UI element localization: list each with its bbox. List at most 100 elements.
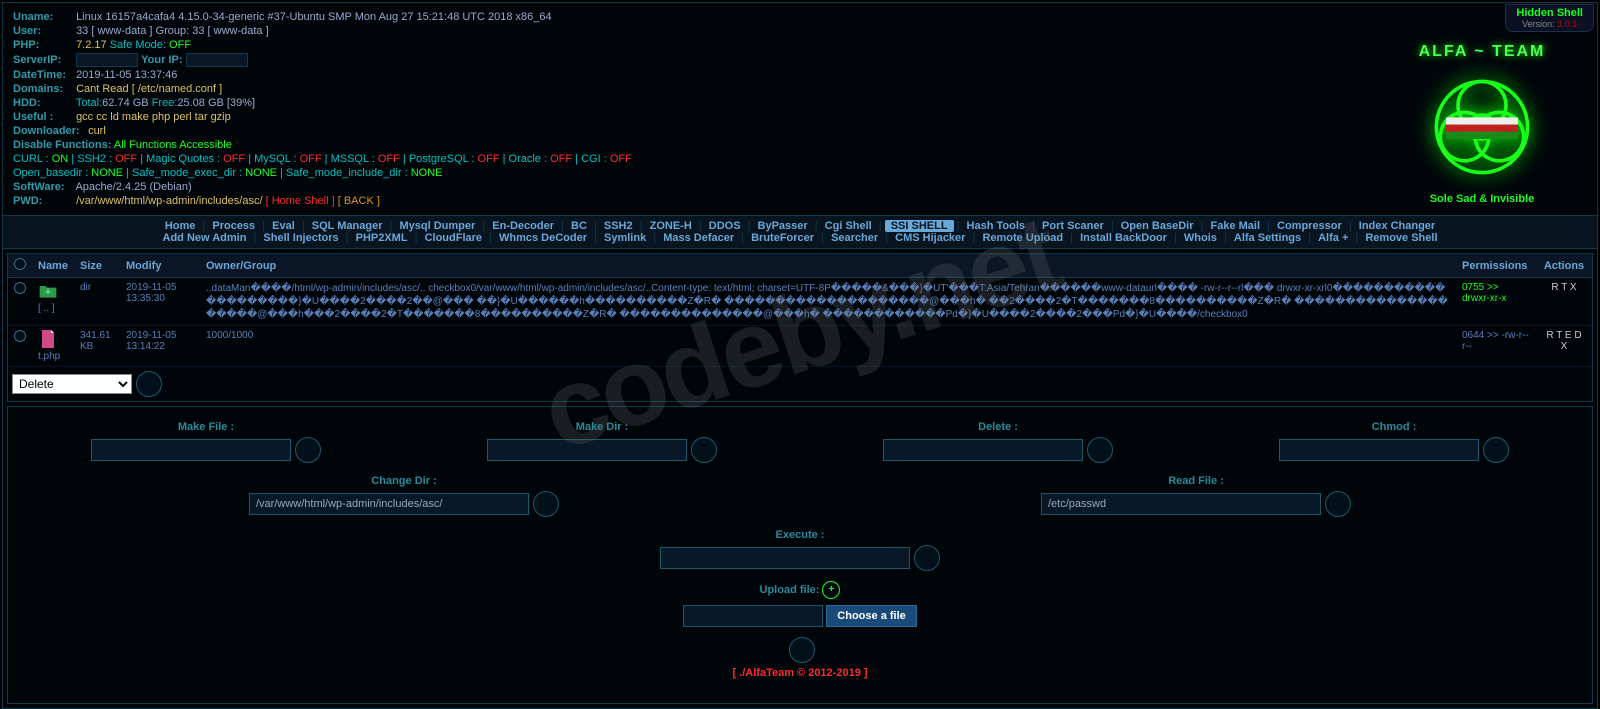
software-label: SoftWare: [13, 181, 73, 193]
user-label: User: [13, 25, 73, 37]
readfile-label: Read File : [1041, 475, 1351, 487]
row-actions[interactable]: R T E D X [1536, 326, 1592, 367]
menu-cloudflare[interactable]: CloudFlare [421, 232, 486, 244]
batch-action-go-button[interactable] [136, 371, 162, 397]
upload-label: Upload file: [760, 584, 820, 596]
disablefn-label: Disable Functions: [13, 139, 111, 151]
menu-home[interactable]: Home [161, 220, 200, 232]
menu-install-backdoor[interactable]: Install BackDoor [1076, 232, 1171, 244]
menu-php2xml[interactable]: PHP2XML [352, 232, 412, 244]
menu-hash-tools[interactable]: Hash Tools [963, 220, 1029, 232]
table-row: t.php 341.61 KB 2019-11-05 13:14:22 1000… [8, 326, 1592, 367]
upload-go-button[interactable] [789, 637, 815, 663]
menu-zone-h[interactable]: ZONE-H [646, 220, 696, 232]
tagline: Sole Sad & Invisible [1397, 193, 1567, 205]
php-file-icon [38, 330, 58, 348]
menu-alfa-settings[interactable]: Alfa Settings [1230, 232, 1305, 244]
col-size[interactable]: Size [74, 254, 120, 278]
delete-button[interactable] [1087, 437, 1113, 463]
back-link[interactable]: [ BACK ] [338, 195, 380, 207]
php-label: PHP: [13, 39, 73, 51]
col-perms[interactable]: Permissions [1456, 254, 1536, 278]
menu-whois[interactable]: Whois [1180, 232, 1221, 244]
delete-input[interactable] [883, 439, 1083, 461]
upload-path-input[interactable] [683, 605, 823, 627]
menu-bruteforcer[interactable]: BruteForcer [747, 232, 818, 244]
readfile-input[interactable] [1041, 493, 1321, 515]
makefile-input[interactable] [91, 439, 291, 461]
changedir-input[interactable] [249, 493, 529, 515]
menu-ssi-shell[interactable]: SSI SHELL [885, 220, 954, 232]
chmod-input[interactable] [1279, 439, 1479, 461]
biohazard-icon [1422, 67, 1542, 187]
add-file-icon[interactable]: + [822, 581, 840, 599]
menu-port-scaner[interactable]: Port Scaner [1038, 220, 1108, 232]
row-select-radio[interactable] [14, 282, 26, 294]
row-select-radio[interactable] [14, 330, 26, 342]
menu-remote-upload[interactable]: Remote Upload [978, 232, 1067, 244]
menu-index-changer[interactable]: Index Changer [1355, 220, 1439, 232]
menu-fake-mail[interactable]: Fake Mail [1206, 220, 1264, 232]
file-link[interactable]: t.php [32, 326, 74, 367]
file-listing: Name Size Modify Owner/Group Permissions… [7, 253, 1593, 402]
menu-ddos[interactable]: DDOS [705, 220, 745, 232]
menu-sql-manager[interactable]: SQL Manager [308, 220, 387, 232]
col-modify[interactable]: Modify [120, 254, 200, 278]
menu-whmcs-decoder[interactable]: Whmcs DeCoder [495, 232, 591, 244]
domains-label: Domains: [13, 83, 73, 95]
makedir-button[interactable] [691, 437, 717, 463]
changedir-button[interactable] [533, 491, 559, 517]
main-menu: Home | Process | Eval | SQL Manager | My… [3, 215, 1597, 249]
choose-file-button[interactable]: Choose a file [826, 605, 916, 627]
menu-process[interactable]: Process [208, 220, 259, 232]
col-owner[interactable]: Owner/Group [200, 254, 1456, 278]
menu-add-new-admin[interactable]: Add New Admin [159, 232, 251, 244]
chmod-button[interactable] [1483, 437, 1509, 463]
user-value: 33 [ www-data ] Group: 33 [ www-data ] [76, 25, 269, 37]
parent-dir-link[interactable]: [ .. ] [32, 278, 74, 326]
menu-alfa-[interactable]: Alfa + [1314, 232, 1352, 244]
sysinfo-header: ALFA ~ TEAM Sole Sad & Invisible Uname: … [3, 3, 1597, 215]
col-name[interactable]: Name [32, 254, 74, 278]
menu-compressor[interactable]: Compressor [1273, 220, 1346, 232]
select-all-radio[interactable] [14, 258, 26, 270]
execute-button[interactable] [914, 545, 940, 571]
menu-en-decoder[interactable]: En-Decoder [488, 220, 558, 232]
home-shell-link[interactable]: [ Home Shell ] [266, 195, 335, 207]
menu-cgi-shell[interactable]: Cgi Shell [821, 220, 876, 232]
uname-label: Uname: [13, 11, 73, 23]
delete-label: Delete : [883, 421, 1113, 433]
menu-bc[interactable]: BC [567, 220, 591, 232]
menu-eval[interactable]: Eval [268, 220, 299, 232]
menu-ssh2[interactable]: SSH2 [600, 220, 637, 232]
col-actions[interactable]: Actions [1536, 254, 1592, 278]
menu-searcher[interactable]: Searcher [827, 232, 882, 244]
hdd-label: HDD: [13, 97, 73, 109]
execute-label: Execute : [8, 529, 1592, 541]
pwd-label: PWD: [13, 195, 73, 207]
menu-cms-hijacker[interactable]: CMS Hijacker [891, 232, 969, 244]
footer-credit: [ ./AlfaTeam © 2012-2019 ] [8, 663, 1592, 683]
menu-mass-defacer[interactable]: Mass Defacer [659, 232, 738, 244]
makedir-input[interactable] [487, 439, 687, 461]
folder-up-icon [38, 282, 58, 300]
yourip-hidden [186, 53, 248, 67]
batch-action-select[interactable]: Delete [12, 374, 132, 394]
serverip-hidden [76, 53, 138, 67]
menu-shell-injectors[interactable]: Shell Injectors [259, 232, 342, 244]
makefile-button[interactable] [295, 437, 321, 463]
menu-mysql-dumper[interactable]: Mysql Dumper [395, 220, 479, 232]
table-row: [ .. ] dir 2019-11-05 13:35:30 ..dataMan… [8, 278, 1592, 326]
php-version[interactable]: 7.2.17 [76, 39, 107, 51]
pwd-path[interactable]: /var/www/html/wp-admin/includes/asc/ [76, 195, 262, 207]
row-actions[interactable]: R T X [1536, 278, 1592, 326]
readfile-button[interactable] [1325, 491, 1351, 517]
serverip-label: ServerIP: [13, 54, 73, 66]
execute-input[interactable] [660, 547, 910, 569]
menu-symlink[interactable]: Symlink [600, 232, 650, 244]
menu-open-basedir[interactable]: Open BaseDir [1117, 220, 1198, 232]
menu-bypasser[interactable]: ByPasser [754, 220, 812, 232]
menu-remove-shell[interactable]: Remove Shell [1361, 232, 1441, 244]
tools-panel: Make File : Make Dir : Delete : Chmod : … [7, 406, 1593, 704]
brand-logo: ALFA ~ TEAM Sole Sad & Invisible [1397, 43, 1567, 203]
